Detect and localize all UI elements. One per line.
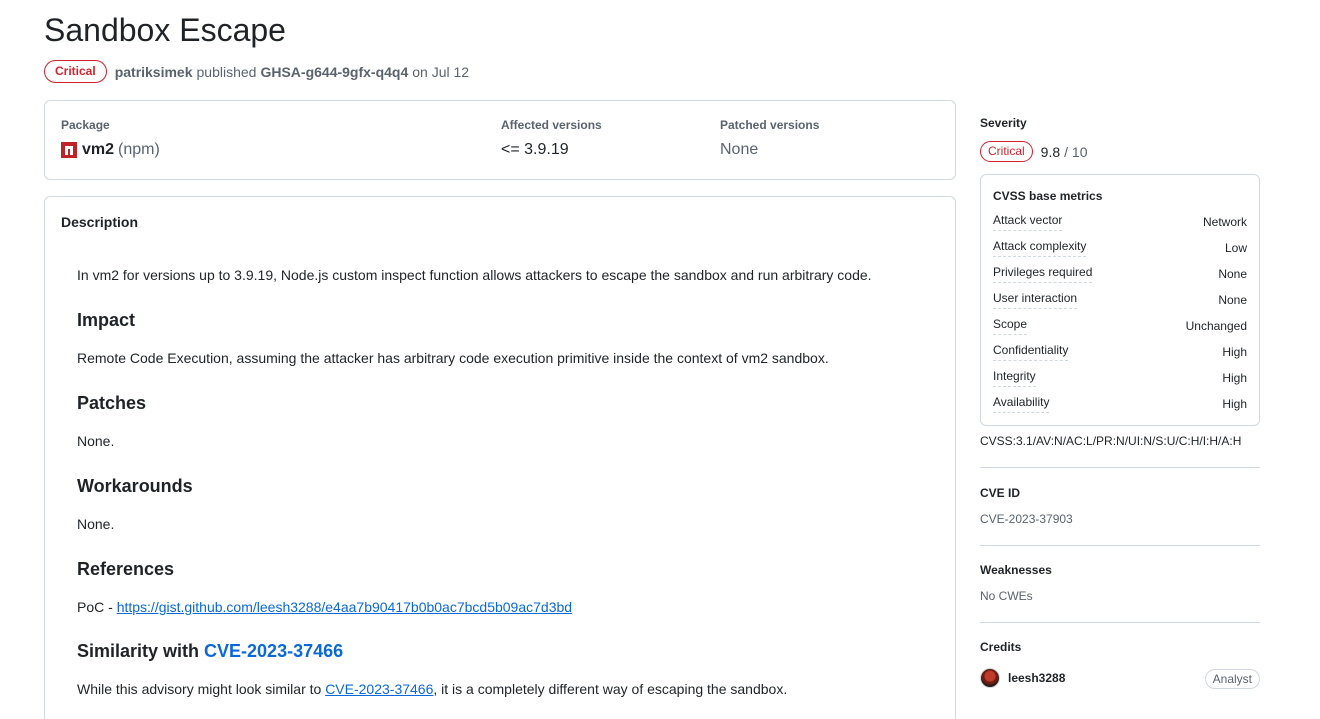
severity-score: 9.8 [1040,143,1061,160]
similarity-text-prefix: While this advisory might look similar t… [77,681,326,697]
metric-privileges-required[interactable]: Privileges required None [993,265,1247,285]
author-link[interactable]: patriksimek [115,64,193,80]
poc-link[interactable]: https://gist.github.com/leesh3288/e4aa7b… [117,599,572,615]
metric-name: Integrity [993,369,1036,387]
package-column: Package vm2 (npm) [61,118,160,159]
intro-text: In vm2 for versions up to 3.9.19, Node.j… [77,267,872,283]
patches-heading: Patches [77,393,147,413]
references-heading: References [77,559,175,579]
page-title: Sandbox Escape [44,12,286,48]
sidebar-severity-badge: Critical [980,141,1033,162]
impact-heading: Impact [77,310,136,330]
similarity-heading-prefix: Similarity with [77,641,205,661]
affected-versions-label: Affected versions [501,118,602,132]
patched-versions-value: None [720,141,759,158]
cve-id-value: CVE-2023-37903 [980,512,1073,526]
package-label: Package [61,118,110,132]
metric-value: Network [1202,215,1247,229]
metric-name: Confidentiality [993,343,1069,361]
metric-name: Attack complexity [993,239,1087,257]
metric-user-interaction[interactable]: User interaction None [993,291,1247,311]
metric-attack-vector[interactable]: Attack vector Network [993,213,1247,233]
impact-text: Remote Code Execution, assuming the atta… [77,350,829,366]
patches-text: None. [77,433,115,449]
weaknesses-value: No CWEs [980,589,1033,603]
package-ecosystem: (npm) [118,141,160,158]
references-prefix: PoC - [77,599,117,615]
package-name: vm2 [82,141,115,158]
cvss-vector-string: CVSS:3.1/AV:N/AC:L/PR:N/UI:N/S:U/C:H/I:H… [980,434,1242,448]
similarity-text: While this advisory might look similar t… [77,681,787,697]
metric-value: None [1218,293,1247,307]
metric-value: Unchanged [1185,319,1247,333]
published-text: published [196,63,257,80]
npm-icon [61,142,77,158]
ghsa-id: GHSA-g644-9gfx-q4q4 [260,63,409,80]
references-line: PoC - https://gist.github.com/leesh3288/… [77,599,572,615]
weaknesses-label: Weaknesses [980,563,1052,577]
metric-value: Low [1224,241,1247,255]
workarounds-text: None. [77,516,115,532]
metric-name: Attack vector [993,213,1063,231]
package-box: Package vm2 (npm) Affected versions <= 3… [44,100,956,180]
severity-score-max: / 10 [1064,143,1088,160]
publish-date: on Jul 12 [412,63,470,80]
patched-versions-label: Patched versions [720,118,820,132]
credits-label: Credits [980,640,1022,654]
cve-id-label: CVE ID [980,486,1021,500]
similarity-cve-link[interactable]: CVE-2023-37466 [325,681,433,697]
credit-role-badge: Analyst [1204,669,1260,689]
metric-value: None [1218,267,1247,281]
cvss-metrics-box: CVSS base metrics Attack vector Network … [980,174,1260,426]
metric-attack-complexity[interactable]: Attack complexity Low [993,239,1247,259]
credit-username-link[interactable]: leesh3288 [1008,671,1065,685]
workarounds-heading: Workarounds [77,476,193,496]
metric-name: Availability [993,395,1050,413]
metric-value: High [1222,397,1247,411]
package-value: vm2 (npm) [61,141,160,159]
metric-name: Privileges required [993,265,1093,283]
advisory-meta: Critical patriksimek published GHSA-g644… [44,60,469,83]
metric-scope[interactable]: Scope Unchanged [993,317,1247,337]
severity-label: Severity [980,116,1027,130]
avatar[interactable] [980,668,1000,688]
affected-versions-column: Affected versions <= 3.9.19 [501,118,602,159]
description-box: Description In vm2 for versions up to 3.… [44,196,956,719]
metric-integrity[interactable]: Integrity High [993,369,1247,389]
metric-availability[interactable]: Availability High [993,395,1247,415]
metric-value: High [1222,371,1247,385]
affected-versions-value: <= 3.9.19 [501,141,569,158]
similarity-heading-cve-link[interactable]: CVE-2023-37466 [204,641,343,661]
divider [980,545,1260,546]
metric-value: High [1222,345,1247,359]
similarity-text-suffix: , it is a completely different way of es… [433,681,788,697]
similarity-heading: Similarity with CVE-2023-37466 [77,641,343,662]
divider [980,622,1260,623]
divider [980,467,1260,468]
metric-confidentiality[interactable]: Confidentiality High [993,343,1247,363]
metric-name: User interaction [993,291,1078,309]
description-heading: Description [61,214,139,230]
metric-name: Scope [993,317,1028,335]
patched-versions-column: Patched versions None [720,118,819,159]
severity-badge: Critical [44,60,107,83]
cvss-title: CVSS base metrics [993,189,1103,203]
severity-row: Critical 9.8 / 10 [980,141,1088,162]
credit-item: leesh3288 Analyst [980,667,1260,691]
